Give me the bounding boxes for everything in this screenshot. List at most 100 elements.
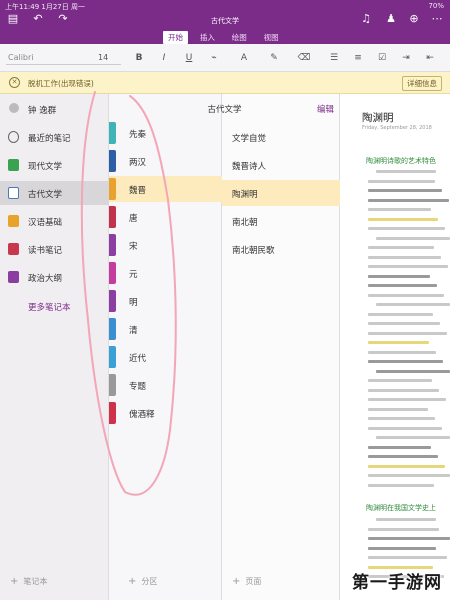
- page-canvas[interactable]: 陶渊明 Friday, September 28, 2018 陶渊明诗歌的艺术特…: [340, 94, 450, 600]
- section-item[interactable]: 唐: [109, 204, 222, 230]
- page-title: 陶渊明: [362, 112, 394, 124]
- page-list: 文学自觉 魏晋诗人陶渊明南北朝南北朝民歌: [222, 94, 340, 600]
- status-bar: 上午11:49 1月27日 周一 70%: [0, 0, 450, 12]
- section-color-tab: [109, 150, 116, 172]
- details-button[interactable]: 详细信息: [402, 76, 442, 91]
- doc-heading-2: 陶渊明在我国文学史上: [366, 504, 436, 512]
- page-label: 陶渊明: [232, 190, 258, 200]
- notebook-item-politics[interactable]: 政治大纲: [0, 265, 109, 289]
- notebook-label: 古代文学: [28, 190, 63, 200]
- font-selector[interactable]: Calibri 14: [6, 50, 121, 65]
- section-item[interactable]: 宋: [109, 232, 222, 258]
- window-title: 古代文学: [211, 17, 239, 25]
- notebook-item-recent[interactable]: 最近的笔记: [0, 125, 109, 149]
- doc-text-line: [368, 331, 447, 335]
- page-label: 南北朝: [232, 218, 258, 228]
- section-color-tab: [109, 234, 116, 256]
- section-label: 清: [129, 326, 138, 336]
- doc-text-line: [368, 474, 450, 477]
- outdent-icon[interactable]: ⇤: [422, 51, 438, 65]
- notebook-label: 现代文学: [28, 162, 63, 172]
- section-item[interactable]: 专题: [109, 372, 222, 398]
- notebook-label: 汉语基础: [28, 218, 63, 228]
- doc-text-line: [368, 274, 430, 278]
- doc-text-line: [368, 417, 435, 420]
- section-item[interactable]: 先秦: [109, 120, 222, 146]
- section-color-tab: [109, 374, 116, 396]
- underline-button[interactable]: U: [181, 51, 197, 65]
- share-icon[interactable]: ♟: [384, 12, 398, 26]
- font-name: Calibri: [8, 53, 34, 62]
- doc-text-line: [368, 293, 444, 297]
- section-item[interactable]: 元: [109, 260, 222, 286]
- more-notebooks-link[interactable]: 更多笔记本: [28, 301, 71, 313]
- doc-text-line: [368, 179, 435, 183]
- doc-text-line: [368, 527, 439, 531]
- doc-text-line: [368, 360, 443, 363]
- checkbox-icon[interactable]: ☑: [374, 51, 390, 65]
- page-item[interactable]: 南北朝民歌: [222, 236, 340, 262]
- doc-text-line: [376, 170, 436, 173]
- notebook-item-reading-notes[interactable]: 读书笔记: [0, 237, 109, 261]
- add-page-button[interactable]: + 页面: [232, 576, 261, 594]
- section-item[interactable]: 近代: [109, 344, 222, 370]
- ribbon-tabs: 开始 插入 绘图 视图: [163, 31, 288, 44]
- section-item[interactable]: 魏晋: [109, 176, 222, 202]
- bell-icon[interactable]: ♫: [359, 12, 373, 26]
- numbered-list-icon[interactable]: ≡: [350, 51, 366, 65]
- more-icon[interactable]: ⋯: [430, 12, 444, 26]
- edit-button[interactable]: 编辑: [317, 103, 334, 115]
- highlighter-icon[interactable]: ✎: [266, 51, 282, 65]
- doc-text-line: [368, 189, 442, 192]
- italic-button[interactable]: I: [156, 51, 172, 65]
- indent-icon[interactable]: ⇥: [398, 51, 414, 65]
- page-item[interactable]: 陶渊明: [222, 180, 340, 206]
- tab-draw[interactable]: 绘图: [227, 31, 252, 44]
- add-notebook-button[interactable]: + 笔记本: [10, 576, 47, 594]
- font-size[interactable]: 14: [98, 53, 108, 62]
- notebook-item-modern-literature[interactable]: 现代文学: [0, 153, 109, 177]
- doc-text-line: [368, 556, 447, 559]
- avatar: [9, 103, 19, 113]
- page-item[interactable]: 文学自觉: [222, 124, 340, 150]
- section-item[interactable]: 两汉: [109, 148, 222, 174]
- section-label: 专题: [129, 382, 147, 392]
- doc-text-line: [368, 322, 440, 325]
- bullet-list-icon[interactable]: ☰: [326, 51, 342, 65]
- section-label: 魏晋: [129, 186, 147, 196]
- format-painter-icon[interactable]: ⌁: [206, 51, 222, 65]
- tab-insert[interactable]: 插入: [195, 31, 220, 44]
- bold-button[interactable]: B: [131, 51, 147, 65]
- offline-notice: ✕ 脱机工作(出现错误) 详细信息: [0, 72, 450, 94]
- section-item[interactable]: 傀酒释: [109, 400, 222, 426]
- notebook-item-chinese-basics[interactable]: 汉语基础: [0, 209, 109, 233]
- notebook-item-ancient-literature[interactable]: 古代文学: [0, 181, 109, 205]
- close-icon[interactable]: ✕: [9, 77, 20, 88]
- battery-indicator: 70%: [428, 2, 444, 10]
- section-label: 宋: [129, 242, 138, 252]
- tab-home[interactable]: 开始: [163, 31, 188, 44]
- font-color-icon[interactable]: A: [236, 51, 252, 65]
- globe-icon[interactable]: ⊕: [407, 12, 421, 26]
- section-item[interactable]: 清: [109, 316, 222, 342]
- tab-view[interactable]: 视图: [259, 31, 284, 44]
- clear-format-icon[interactable]: ⌫: [296, 51, 312, 65]
- notebook-label: 读书笔记: [28, 246, 63, 256]
- add-section-button[interactable]: + 分区: [128, 576, 157, 594]
- section-label: 唐: [129, 214, 138, 224]
- section-color-tab: [109, 206, 116, 228]
- section-header: 古代文学 编辑: [109, 94, 340, 120]
- section-list: 先秦 两汉魏晋唐宋元明清近代专题傀酒释: [109, 94, 222, 600]
- page-item[interactable]: 南北朝: [222, 208, 340, 234]
- add-section-label: 分区: [141, 577, 158, 586]
- doc-text-line: [376, 236, 450, 240]
- format-toolbar: Calibri 14 B I U ⌁ A ✎ ⌫ ☰ ≡ ☑ ⇥ ⇤: [0, 44, 450, 72]
- notice-message: 脱机工作(出现错误): [28, 79, 94, 88]
- doc-text-line: [376, 436, 450, 439]
- user-account[interactable]: 钟 逸群: [0, 100, 109, 118]
- notebook-icon: [8, 159, 19, 171]
- clock-icon: [8, 131, 19, 143]
- section-item[interactable]: 明: [109, 288, 222, 314]
- plus-icon: +: [128, 576, 137, 587]
- page-item[interactable]: 魏晋诗人: [222, 152, 340, 178]
